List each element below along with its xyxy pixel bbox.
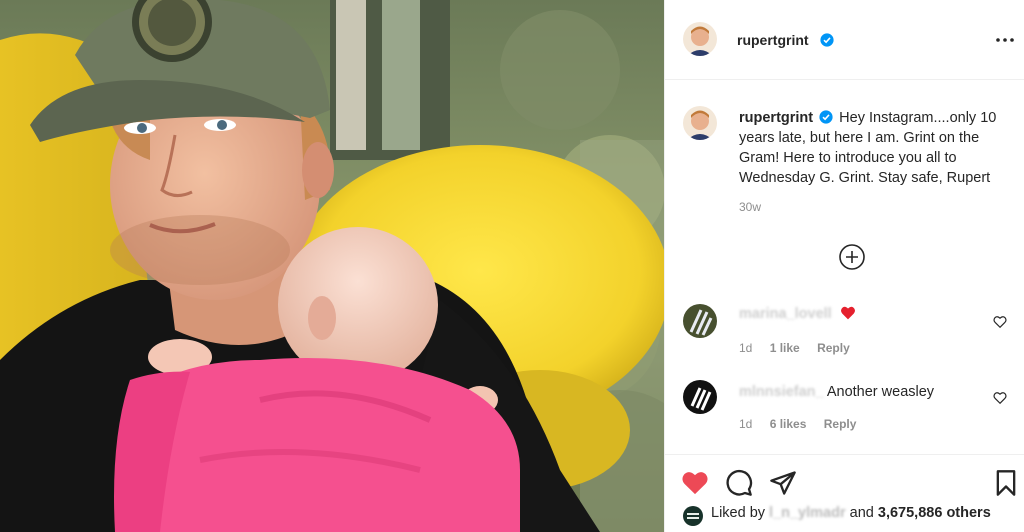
comment-age[interactable]: 1d xyxy=(739,417,752,431)
likes-others[interactable]: others xyxy=(946,505,990,521)
plus-circle-icon[interactable] xyxy=(838,243,866,271)
comment-avatar[interactable] xyxy=(683,304,717,338)
heart-filled-icon[interactable] xyxy=(681,469,709,497)
comment-likes[interactable]: 1 like xyxy=(770,341,800,355)
caption-author-avatar[interactable] xyxy=(683,106,717,140)
likes-user[interactable]: l_n_ylmadr xyxy=(769,505,846,521)
reply-button[interactable]: Reply xyxy=(817,341,850,355)
likes-prefix: Liked by xyxy=(711,505,766,521)
reply-button[interactable]: Reply xyxy=(824,417,857,431)
likes-count[interactable]: 3,675,886 xyxy=(878,505,943,521)
instagram-post: rupertgrint rupertgrint Hey Instagram...… xyxy=(0,0,1024,532)
comment-age[interactable]: 1d xyxy=(739,341,752,355)
post-header: rupertgrint xyxy=(665,0,1024,80)
heart-outline-icon[interactable] xyxy=(993,391,1007,405)
comment-username[interactable]: marina_lovell xyxy=(739,306,832,322)
post-actions: Liked by l_n_ylmadr and 3,675,886 others xyxy=(665,454,1024,532)
verified-badge-icon xyxy=(819,110,833,124)
liked-by-avatar[interactable] xyxy=(683,506,703,526)
caption-username[interactable]: rupertgrint xyxy=(739,110,813,126)
post-side-panel: rupertgrint rupertgrint Hey Instagram...… xyxy=(664,0,1024,532)
more-horizontal-icon[interactable] xyxy=(993,28,1017,52)
bookmark-icon[interactable] xyxy=(992,469,1020,497)
comment-username[interactable]: mlnnsiefan_ xyxy=(739,384,824,400)
likes-middle: and xyxy=(849,505,874,521)
comment-1-meta: 1d 1 like Reply xyxy=(739,341,864,355)
comment-text: Another weasley xyxy=(826,384,935,400)
comment-likes[interactable]: 6 likes xyxy=(770,417,807,431)
comment-avatar[interactable] xyxy=(683,380,717,414)
paper-plane-icon[interactable] xyxy=(769,469,797,497)
comment-2: mlnnsiefan_ Another weasley xyxy=(739,384,934,400)
comment-icon[interactable] xyxy=(725,469,753,497)
caption-timestamp[interactable]: 30w xyxy=(739,200,761,214)
post-photo[interactable] xyxy=(0,0,664,532)
author-username[interactable]: rupertgrint xyxy=(737,32,809,48)
heart-outline-icon[interactable] xyxy=(993,315,1007,329)
verified-badge-icon xyxy=(820,33,834,47)
author-avatar[interactable] xyxy=(683,22,717,56)
comment-1: marina_lovell xyxy=(739,306,856,322)
likes-summary: Liked by l_n_ylmadr and 3,675,886 others xyxy=(711,505,991,521)
red-heart-emoji-icon xyxy=(840,306,855,320)
post-caption: rupertgrint Hey Instagram....only 10 yea… xyxy=(739,108,1003,188)
photo-artwork xyxy=(0,0,664,532)
comment-2-meta: 1d 6 likes Reply xyxy=(739,417,870,431)
